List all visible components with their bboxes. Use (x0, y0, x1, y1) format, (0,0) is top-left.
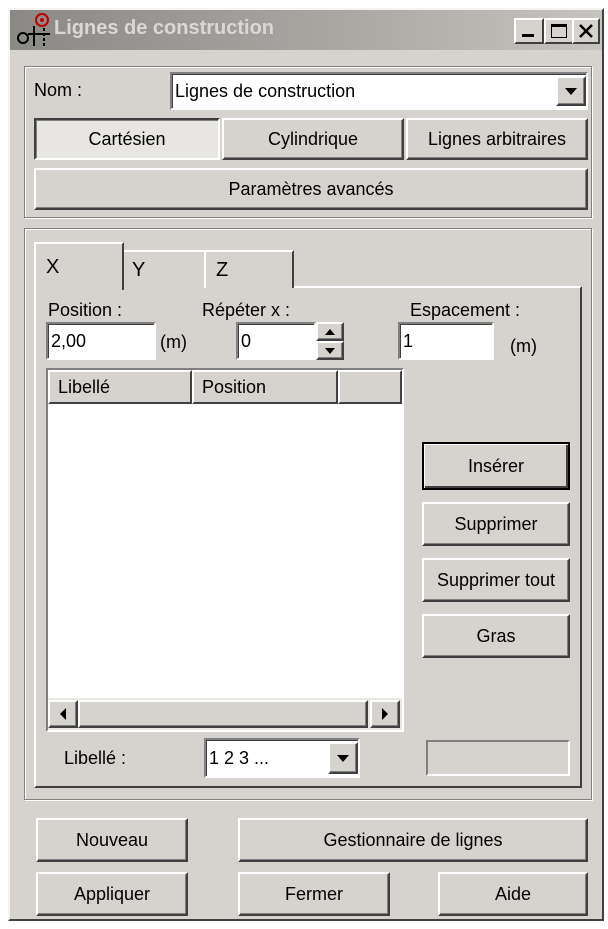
mode-cartesian-button[interactable]: Cartésien (34, 118, 220, 160)
spacing-unit: (m) (510, 336, 537, 356)
nom-select[interactable]: Lignes de construction (170, 72, 588, 110)
lines-table[interactable]: Libellé Position (46, 368, 404, 732)
new-button[interactable]: Nouveau (36, 818, 188, 862)
advanced-settings-button[interactable]: Paramètres avancés (34, 168, 588, 210)
dialog-window: Lignes de construction Nom : Lignes de c… (8, 8, 604, 921)
position-label: Position : (48, 300, 123, 320)
position-input[interactable]: 2,00 (46, 322, 156, 360)
label-preview-field (426, 740, 570, 776)
label-select-value: 1 2 3 ... (209, 747, 270, 768)
construction-lines-icon (17, 13, 50, 46)
nom-value: Lignes de construction (175, 80, 356, 101)
nom-dropdown-button[interactable] (556, 76, 586, 106)
close-dialog-label: Fermer (285, 883, 343, 904)
tab-y[interactable]: Y (120, 250, 206, 288)
close-icon (579, 24, 593, 38)
line-manager-label: Gestionnaire de lignes (323, 829, 503, 850)
column-header-position-text: Position (202, 376, 267, 397)
column-header-extra[interactable] (338, 370, 402, 404)
maximize-icon (551, 24, 567, 38)
chevron-down-icon (337, 754, 349, 762)
arrow-left-icon (60, 708, 66, 720)
minimize-button[interactable] (514, 18, 544, 44)
repeat-value: 0 (241, 330, 252, 351)
minimize-icon (522, 34, 534, 37)
delete-label: Supprimer (454, 513, 538, 534)
table-body[interactable] (48, 404, 402, 698)
delete-all-label: Supprimer tout (436, 569, 556, 590)
apply-label: Appliquer (73, 883, 151, 904)
advanced-settings-label: Paramètres avancés (228, 178, 394, 199)
mode-cartesian-label: Cartésien (88, 128, 166, 149)
chevron-down-icon (325, 347, 335, 354)
mode-cylindrical-button[interactable]: Cylindrique (222, 118, 404, 160)
tab-y-label: Y (132, 258, 146, 281)
spacing-label: Espacement : (410, 300, 521, 320)
mode-cylindrical-label: Cylindrique (267, 128, 359, 149)
mode-arbitrary-button[interactable]: Lignes arbitraires (406, 118, 588, 160)
column-header-label-text: Libellé (58, 376, 111, 397)
tab-x[interactable]: X (34, 242, 124, 290)
column-header-label[interactable]: Libellé (48, 370, 192, 404)
tab-z[interactable]: Z (204, 250, 294, 288)
scroll-left-button[interactable] (48, 700, 78, 728)
close-button[interactable] (572, 18, 600, 44)
help-button[interactable]: Aide (438, 872, 588, 916)
repeat-up-button[interactable] (316, 322, 344, 341)
insert-label: Insérer (467, 455, 525, 476)
spacing-input[interactable]: 1 (398, 322, 494, 360)
repeat-input[interactable]: 0 (236, 322, 316, 360)
insert-button[interactable]: Insérer (422, 442, 570, 490)
arrow-right-icon (382, 708, 388, 720)
label-select-label: Libellé : (64, 748, 127, 768)
title-bar[interactable]: Lignes de construction (10, 10, 602, 50)
delete-button[interactable]: Supprimer (422, 502, 570, 546)
close-dialog-button[interactable]: Fermer (238, 872, 390, 916)
position-unit: (m) (160, 332, 187, 352)
help-label: Aide (494, 883, 532, 904)
bold-button[interactable]: Gras (422, 614, 570, 658)
column-header-position[interactable]: Position (192, 370, 338, 404)
window-title: Lignes de construction (54, 17, 275, 39)
repeat-down-button[interactable] (316, 341, 344, 360)
scroll-right-button[interactable] (370, 700, 400, 728)
scroll-thumb[interactable] (78, 700, 368, 728)
maximize-button[interactable] (544, 18, 574, 44)
apply-button[interactable]: Appliquer (36, 872, 188, 916)
horizontal-scrollbar[interactable] (48, 698, 402, 730)
repeat-label: Répéter x : (202, 300, 291, 320)
spacing-value: 1 (403, 330, 414, 351)
chevron-down-icon (565, 87, 577, 95)
tab-z-label: Z (216, 258, 229, 281)
chevron-up-icon (325, 328, 335, 335)
tab-x-label: X (46, 255, 60, 278)
new-label: Nouveau (75, 829, 149, 850)
label-dropdown-button[interactable] (328, 742, 358, 774)
line-manager-button[interactable]: Gestionnaire de lignes (238, 818, 588, 862)
nom-label: Nom : (34, 80, 83, 100)
position-value: 2,00 (51, 330, 87, 351)
delete-all-button[interactable]: Supprimer tout (422, 558, 570, 602)
mode-arbitrary-label: Lignes arbitraires (427, 128, 567, 149)
bold-label: Gras (476, 625, 516, 646)
